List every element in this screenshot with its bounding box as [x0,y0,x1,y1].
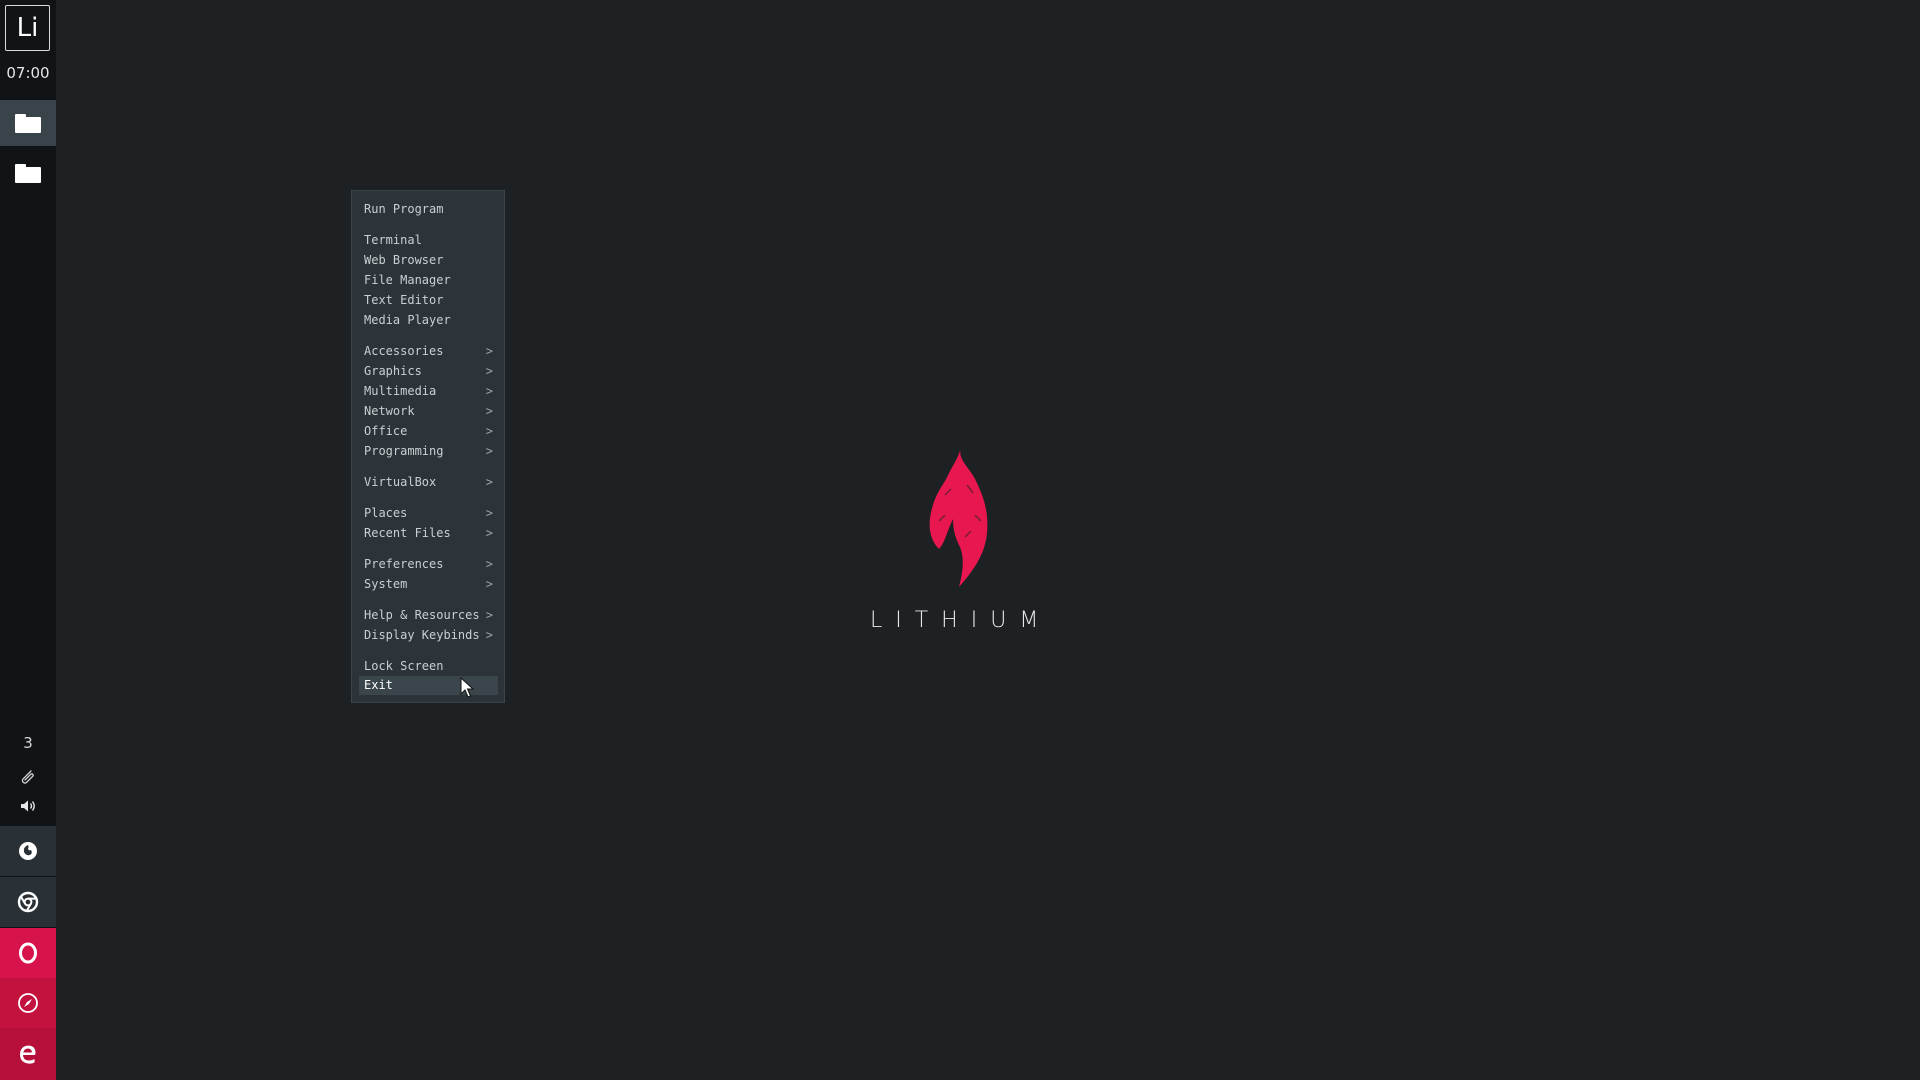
chrome-launcher[interactable] [0,877,56,927]
menu-item-label: File Manager [364,273,451,287]
tray-count: 3 [23,734,33,752]
menu-item-places[interactable]: Places > [359,504,498,523]
clock: 07:00 [6,64,50,82]
menu-item-label: Text Editor [364,293,444,307]
menu-item-label: Run Program [364,202,444,216]
opera-launcher[interactable] [0,928,56,978]
menu-item-multimedia[interactable]: Multimedia > [359,382,498,401]
chevron-right-icon: > [485,577,493,591]
safari-icon [18,993,38,1013]
menu-item-label: Programming [364,444,444,458]
menu-item-label: Help & Resources [364,608,480,622]
mouse-cursor-icon [460,677,474,698]
brand-wordmark: LITHIUM [870,608,1052,633]
chevron-right-icon: > [485,444,493,458]
menu-item-network[interactable]: Network > [359,402,498,421]
volume-icon[interactable] [19,797,37,815]
menu-item-display-keybinds[interactable]: Display Keybinds > [359,626,498,645]
firefox-icon [19,842,37,860]
side-panel: Li 07:00 3 [0,0,56,1080]
menu-item-media-player[interactable]: Media Player [359,311,498,330]
menu-item-label: Accessories [364,344,444,358]
menu-item-label: System [364,577,408,591]
folder-icon [15,163,41,183]
lithium-flame-logo [929,447,988,587]
menu-item-label: Terminal [364,233,422,247]
menu-item-label: Network [364,404,415,418]
menu-item-label: Office [364,424,408,438]
workspace-1-button[interactable] [0,100,56,146]
chevron-right-icon: > [485,475,493,489]
menu-item-label: Lock Screen [364,659,444,673]
firefox-launcher[interactable] [0,826,56,876]
menu-item-label: Graphics [364,364,422,378]
menu-item-label: Exit [364,678,393,692]
chevron-right-icon: > [485,424,493,438]
chevron-right-icon: > [485,344,493,358]
chevron-right-icon: > [485,384,493,398]
chevron-right-icon: > [485,404,493,418]
menu-item-terminal[interactable]: Terminal [359,231,498,250]
chevron-right-icon: > [485,557,493,571]
edge-icon [20,1045,36,1064]
safari-launcher[interactable] [0,978,56,1028]
menu-item-graphics[interactable]: Graphics > [359,362,498,381]
menu-item-label: VirtualBox [364,475,437,489]
menu-item-file-manager[interactable]: File Manager [359,271,498,290]
chevron-right-icon: > [485,628,493,642]
menu-item-virtualbox[interactable]: VirtualBox > [359,473,498,492]
logo-text: Li [16,13,39,43]
root-menu: Run Program Terminal Web Browser File Ma… [351,190,505,703]
menu-item-web-browser[interactable]: Web Browser [359,251,498,270]
edge-launcher[interactable] [0,1028,56,1080]
menu-item-help-resources[interactable]: Help & Resources > [359,606,498,625]
menu-item-system[interactable]: System > [359,575,498,594]
chevron-right-icon: > [485,364,493,378]
chevron-right-icon: > [485,526,493,540]
menu-item-exit[interactable]: Exit [359,676,498,695]
workspace-2-button[interactable] [0,150,56,196]
folder-icon [15,113,41,133]
chevron-right-icon: > [485,506,493,520]
menu-item-label: Media Player [364,313,451,327]
menu-item-text-editor[interactable]: Text Editor [359,291,498,310]
menu-launcher-button[interactable]: Li [5,5,50,51]
opera-icon [19,942,37,964]
menu-item-run-program[interactable]: Run Program [359,200,498,219]
menu-item-label: Places [364,506,408,520]
chrome-icon [17,891,39,913]
menu-item-programming[interactable]: Programming > [359,442,498,461]
menu-item-recent-files[interactable]: Recent Files > [359,524,498,543]
chevron-right-icon: > [485,608,493,622]
menu-item-label: Web Browser [364,253,444,267]
menu-item-office[interactable]: Office > [359,422,498,441]
menu-item-label: Display Keybinds [364,628,480,642]
menu-item-preferences[interactable]: Preferences > [359,555,498,574]
paperclip-icon[interactable] [19,768,37,786]
menu-item-lock-screen[interactable]: Lock Screen [359,657,498,676]
menu-item-label: Multimedia [364,384,437,398]
menu-item-label: Preferences [364,557,444,571]
menu-item-label: Recent Files [364,526,451,540]
menu-item-accessories[interactable]: Accessories > [359,342,498,361]
